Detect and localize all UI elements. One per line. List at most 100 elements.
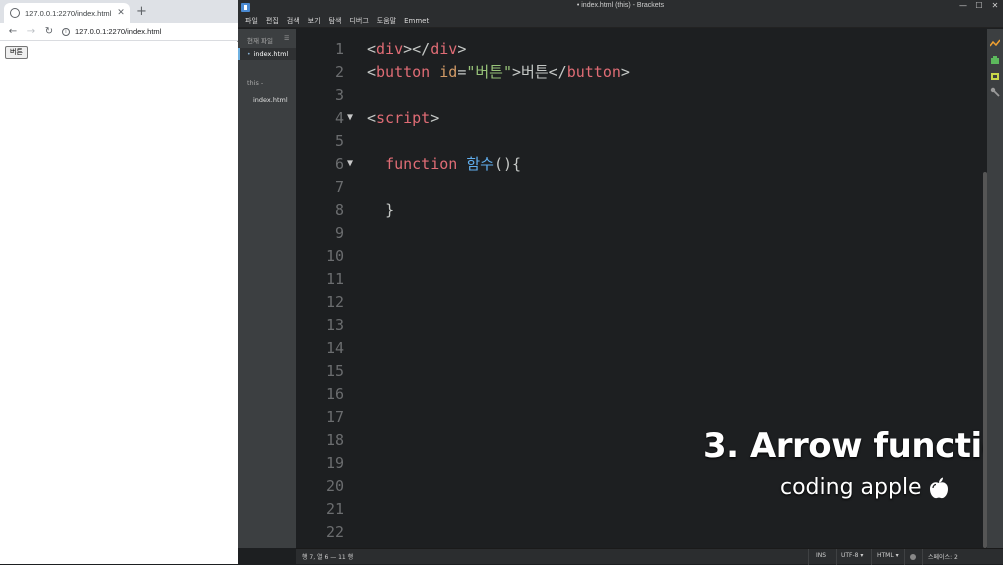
line-number: 17 [325,408,344,426]
browser-tab[interactable]: 127.0.0.1:2270/index.html ✕ [4,3,130,23]
back-icon[interactable]: ← [6,26,20,37]
code-line: 22 [296,521,983,544]
apple-icon [929,477,948,498]
line-number: 20 [325,477,344,495]
modified-dot-icon: • [247,50,251,58]
info-icon[interactable]: i [62,27,70,36]
working-files-label: 현재 파일 [247,37,273,45]
line-number: 3 [334,86,344,104]
code-text: <div></div> [367,40,467,58]
line-number: 5 [334,132,344,150]
menu-debug[interactable]: 디버그 [349,16,368,26]
code-editor[interactable]: 1 <div></div> 2 <button id="버튼">버튼</butt… [296,29,983,548]
maximize-button[interactable]: ☐ [972,1,986,10]
browser-toolbar: ← → ↻ i 127.0.0.1:2270/index.html [0,23,238,41]
code-line: 15 [296,360,983,383]
tab-title: 127.0.0.1:2270/index.html [25,8,112,18]
menu-emmet[interactable]: Emmet [404,17,429,25]
extension-icon[interactable] [990,71,1000,81]
line-number: 7 [334,178,344,196]
line-number: 21 [325,500,344,518]
code-text: function 함수(){ [385,155,522,173]
line-number: 4 [334,109,344,127]
code-line: 4 ▼ <script> [296,107,983,130]
code-line: 1 <div></div> [296,38,983,61]
menu-edit[interactable]: 편집 [266,16,279,26]
page-button[interactable]: 버튼 [5,46,28,59]
code-line: 10 [296,245,983,268]
brand-text: coding apple [780,475,922,500]
menu-file[interactable]: 파일 [245,16,258,26]
code-line: 16 [296,383,983,406]
menu-find[interactable]: 검색 [287,16,300,26]
video-title-overlay: 3. Arrow function [703,426,983,466]
wrench-icon[interactable] [990,87,1000,97]
browser-viewport: 버튼 [0,42,238,564]
status-divider [836,549,837,565]
code-line: 7 [296,176,983,199]
code-line: 13 [296,314,983,337]
title-bar: • index.html (this) - Brackets — ☐ ✕ [238,0,1003,14]
line-number: 13 [325,316,344,334]
project-file-item[interactable]: index.html [253,96,288,104]
code-line: 14 [296,337,983,360]
line-number: 9 [334,224,344,242]
menu-navigate[interactable]: 탐색 [329,16,342,26]
code-line: 12 [296,291,983,314]
working-file-item[interactable]: • index.html [238,48,296,60]
fold-arrow-icon[interactable]: ▼ [347,107,353,128]
line-number: 1 [334,40,344,58]
code-line: 5 [296,130,983,153]
live-preview-icon[interactable] [990,39,1000,49]
status-divider [904,549,905,565]
code-line: 21 [296,498,983,521]
line-number: 10 [325,247,344,265]
right-toolbar [987,29,1003,548]
line-number: 16 [325,385,344,403]
working-file-name: index.html [253,50,289,58]
status-bar: 행 7, 열 6 — 11 행 INS UTF-8 ▾ HTML ▾ 스페이스:… [296,548,1003,565]
line-number: 22 [325,523,344,541]
code-text: <button id="버튼">버튼</button> [367,63,630,81]
brand-watermark: coding apple [780,475,949,500]
encoding-select[interactable]: UTF-8 ▾ [841,552,863,559]
browser-tabstrip: 127.0.0.1:2270/index.html ✕ + [0,0,238,23]
status-divider [922,549,923,565]
line-number: 8 [334,201,344,219]
new-tab-button[interactable]: + [136,5,147,19]
split-view-icon[interactable]: ☰ [284,35,289,42]
project-label[interactable]: this - [247,79,263,87]
address-bar[interactable]: i 127.0.0.1:2270/index.html [62,27,161,36]
linter-status-icon[interactable] [910,554,916,560]
window-title: • index.html (this) - Brackets [576,2,665,9]
menu-bar: 파일 편집 검색 보기 탐색 디버그 도움말 Emmet [238,14,1003,28]
line-number: 11 [325,270,344,288]
minimize-button[interactable]: — [956,1,970,10]
line-number: 14 [325,339,344,357]
language-select[interactable]: HTML ▾ [877,552,899,559]
menu-help[interactable]: 도움말 [377,16,396,26]
url-text[interactable]: 127.0.0.1:2270/index.html [75,27,161,36]
close-tab-icon[interactable]: ✕ [116,8,126,18]
browser-window: 127.0.0.1:2270/index.html ✕ + ← → ↻ i 12… [0,0,238,564]
code-line: 3 [296,84,983,107]
forward-icon[interactable]: → [24,26,38,37]
code-text: } [385,201,395,219]
reload-icon[interactable]: ↻ [42,26,56,37]
file-sidebar: 현재 파일 ☰ • index.html this - index.html [238,29,296,548]
code-line: 9 [296,222,983,245]
close-window-button[interactable]: ✕ [988,1,1002,10]
brackets-window: • index.html (this) - Brackets — ☐ ✕ 파일 … [238,0,1003,565]
insert-mode-indicator[interactable]: INS [816,552,826,559]
menu-view[interactable]: 보기 [308,16,321,26]
code-line: 11 [296,268,983,291]
line-number: 19 [325,454,344,472]
code-line: 6 ▼ function 함수(){ [296,153,983,176]
code-line: 2 <button id="버튼">버튼</button> [296,61,983,84]
line-number: 18 [325,431,344,449]
indent-setting[interactable]: 스페이스: 2 [928,552,958,561]
fold-arrow-icon[interactable]: ▼ [347,153,353,174]
code-line: 8 } [296,199,983,222]
extension-manager-icon[interactable] [990,55,1000,65]
line-number: 12 [325,293,344,311]
